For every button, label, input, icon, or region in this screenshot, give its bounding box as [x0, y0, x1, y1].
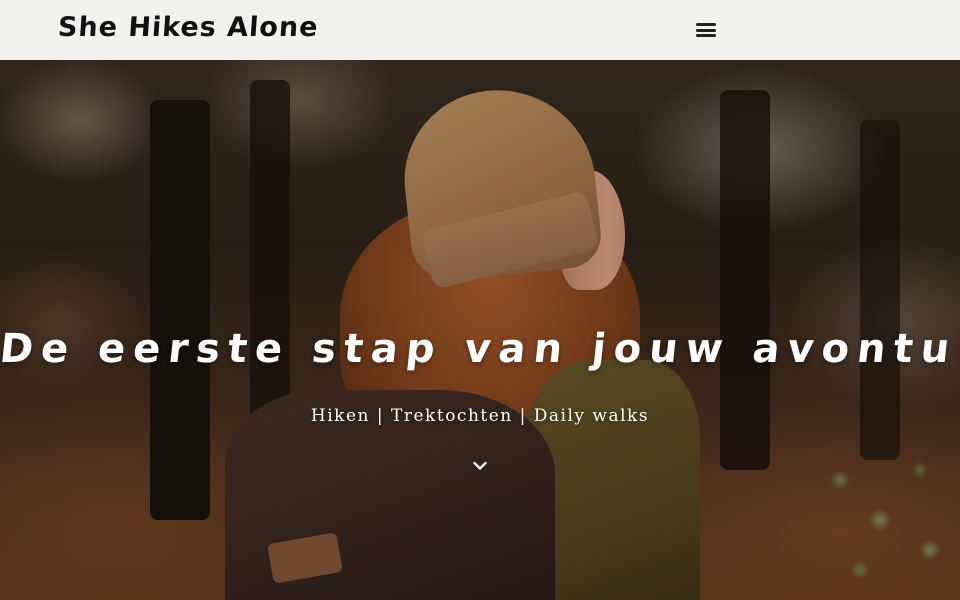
hamburger-menu-icon: [696, 23, 716, 37]
hero-section: De eerste stap van jouw avontuur Hiken |…: [0, 60, 960, 600]
hero-subtitle: Hiken | Trektochten | Daily walks: [310, 406, 650, 426]
hero-title: De eerste stap van jouw avontuur: [0, 326, 960, 372]
menu-toggle-button[interactable]: [692, 18, 720, 42]
site-header: She Hikes Alone: [0, 0, 960, 60]
chevron-down-icon: [473, 461, 487, 470]
scroll-down-button[interactable]: [470, 456, 490, 476]
site-logo[interactable]: She Hikes Alone: [57, 12, 320, 43]
